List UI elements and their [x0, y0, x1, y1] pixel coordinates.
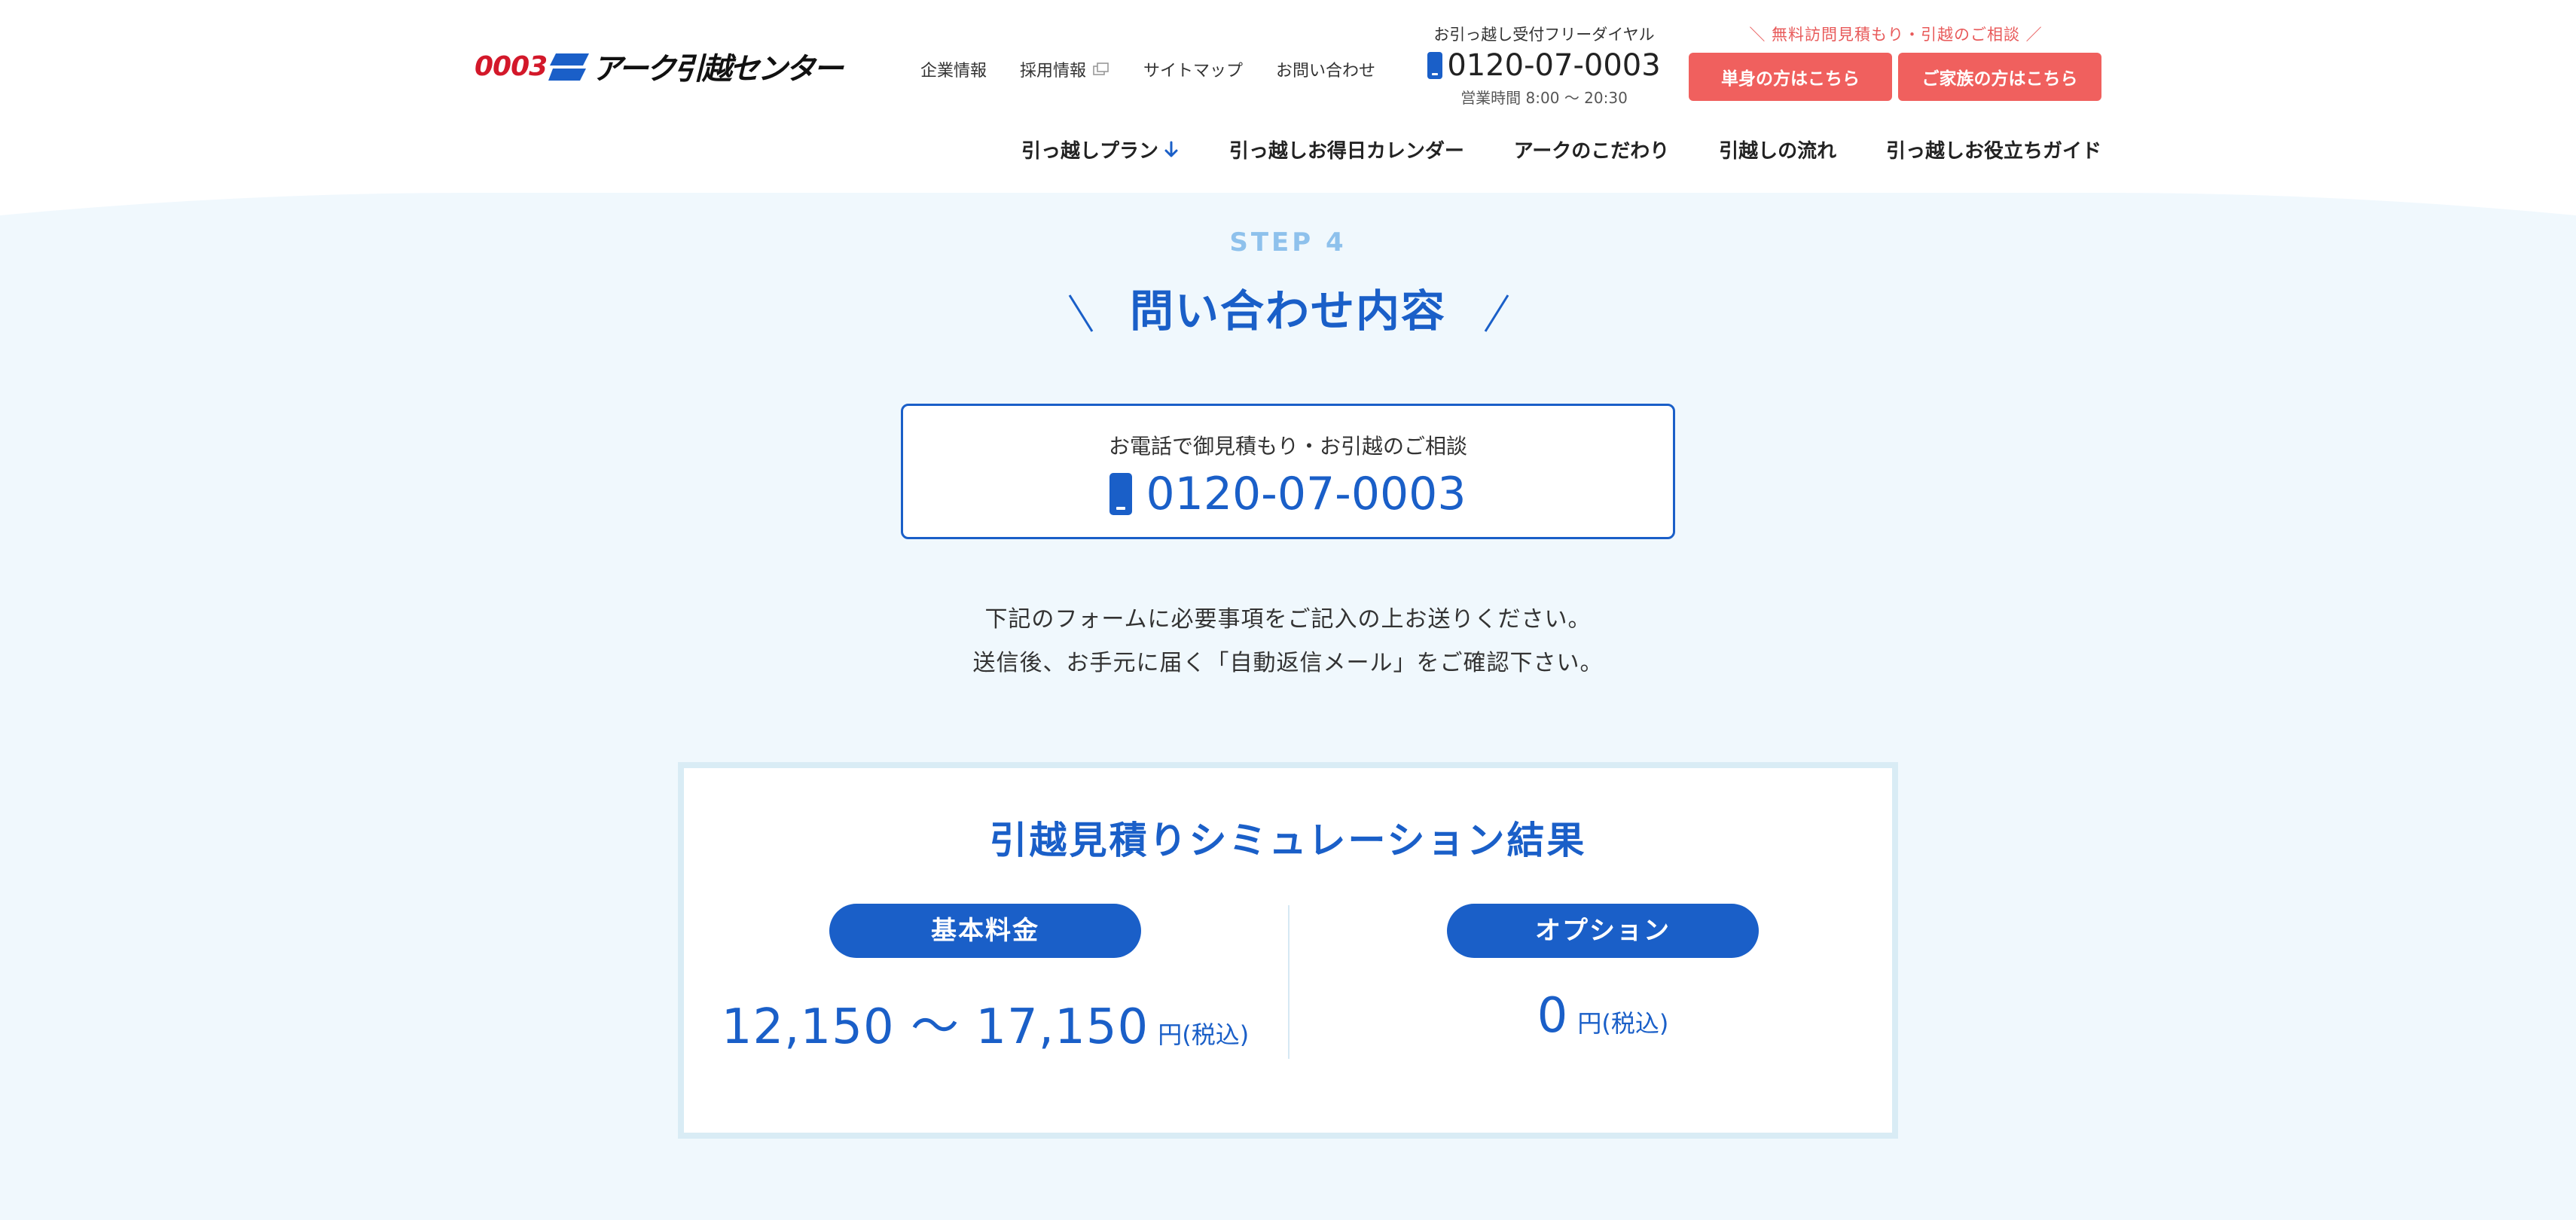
- phone-contact-box: お電話で御見積もり・お引越のご相談 0120-07-0003: [901, 404, 1675, 539]
- option-fee-price: 0 円(税込): [1302, 988, 1904, 1044]
- header-tel-block: お引っ越し受付フリーダイヤル 0120-07-0003 営業時間 8:00 〜 …: [1416, 23, 1672, 108]
- basic-fee-price: 12,150 ～ 17,150 円(税込): [684, 988, 1286, 1057]
- external-link-icon: [1093, 63, 1109, 75]
- column-divider: [1288, 905, 1290, 1059]
- logo-number: 0003: [475, 50, 548, 82]
- main-nav-label: アークのこだわり: [1513, 140, 1670, 163]
- util-nav-recruit[interactable]: 採用情報: [1020, 57, 1110, 81]
- util-nav-label: お問い合わせ: [1276, 62, 1376, 81]
- header-cta: ＼ 無料訪問見積もり・引越のご相談 ／ 単身の方はこちら ご家族の方はこちら: [1689, 23, 2103, 101]
- mobile-phone-icon: [1427, 52, 1443, 79]
- util-nav-sitemap[interactable]: サイトマップ: [1143, 57, 1243, 81]
- single-estimate-button[interactable]: 単身の方はこちら: [1689, 53, 1892, 101]
- util-nav-contact[interactable]: お問い合わせ: [1276, 57, 1375, 81]
- main-nav-flow[interactable]: 引越しの流れ: [1719, 136, 1836, 163]
- util-nav-label: 採用情報: [1020, 62, 1087, 81]
- header-wave-divider: [0, 185, 2576, 215]
- main-nav-commitment[interactable]: アークのこだわり: [1514, 136, 1669, 163]
- main-nav-label: 引っ越しお得日カレンダー: [1228, 140, 1464, 163]
- simulation-result-card: 引越見積りシミュレーション結果 基本料金 12,150 ～ 17,150 円(税込…: [678, 762, 1898, 1139]
- main-nav-label: 引っ越しお役立ちガイド: [1885, 140, 2101, 163]
- tel-link[interactable]: 0120-07-0003: [1416, 48, 1672, 83]
- instructions-line-2: 送信後、お手元に届く「自動返信メール」をご確認下さい。: [972, 650, 1604, 676]
- form-instructions: 下記のフォームに必要事項をご記入の上お送りください。 送信後、お手元に届く「自動…: [0, 598, 2576, 685]
- result-title: 引越見積りシミュレーション結果: [989, 819, 1587, 862]
- phone-contact-label: お電話で御見積もり・お引越のご相談: [1108, 434, 1467, 459]
- business-hours: 営業時間 8:00 〜 20:30: [1460, 89, 1628, 107]
- main-nav-guide[interactable]: 引っ越しお役立ちガイド: [1886, 136, 2101, 163]
- main-nav-plans[interactable]: 引っ越しプラン: [1021, 136, 1180, 163]
- basic-fee-unit: 円(税込): [1158, 1020, 1250, 1049]
- step-label: STEP 4: [1229, 227, 1347, 258]
- util-nav-label: サイトマップ: [1143, 62, 1244, 81]
- util-nav-company[interactable]: 企業情報: [920, 57, 987, 81]
- main-nav-label: 引っ越しプラン: [1021, 140, 1159, 163]
- slash-right-decoration: [1484, 294, 1509, 332]
- basic-fee-value: 12,150 ～ 17,150: [721, 999, 1149, 1055]
- option-fee-unit: 円(税込): [1577, 1009, 1669, 1038]
- site-header: 0003 アーク引越センター 企業情報 採用情報 サイトマップ お問い合わせ お…: [0, 0, 2576, 193]
- utility-nav: 企業情報 採用情報 サイトマップ お問い合わせ: [920, 57, 1375, 81]
- util-nav-label: 企業情報: [920, 62, 987, 81]
- phone-contact-number: 0120-07-0003: [1146, 468, 1467, 520]
- section-title-row: 問い合わせ内容: [0, 276, 2576, 339]
- main-nav: 引っ越しプラン 引っ越しお得日カレンダー アークのこだわり 引越しの流れ 引っ越…: [1021, 136, 2101, 163]
- basic-fee-column: 基本料金 12,150 ～ 17,150 円(税込): [684, 904, 1286, 1057]
- tel-label: お引っ越し受付フリーダイヤル: [1433, 26, 1655, 44]
- instructions-line-1: 下記のフォームに必要事項をご記入の上お送りください。: [984, 606, 1592, 633]
- page-title: 問い合わせ内容: [1129, 285, 1446, 337]
- cta-note: ＼ 無料訪問見積もり・引越のご相談 ／: [1749, 26, 2043, 44]
- slash-left-decoration: [1068, 294, 1094, 332]
- logo-swoosh-icon: [548, 53, 590, 81]
- basic-fee-label: 基本料金: [829, 904, 1141, 958]
- phone-contact-link[interactable]: 0120-07-0003: [903, 468, 1673, 520]
- mobile-phone-icon: [1109, 473, 1133, 515]
- site-logo[interactable]: 0003 アーク引越センター: [475, 47, 844, 87]
- option-fee-value: 0: [1537, 988, 1569, 1044]
- main-nav-calendar[interactable]: 引っ越しお得日カレンダー: [1229, 136, 1464, 163]
- arrow-down-icon: [1164, 141, 1178, 157]
- main-nav-label: 引越しの流れ: [1719, 140, 1837, 163]
- option-fee-column: オプション 0 円(税込): [1302, 904, 1904, 1044]
- option-fee-label: オプション: [1447, 904, 1759, 958]
- logo-text: アーク引越センター: [592, 52, 844, 87]
- tel-number: 0120-07-0003: [1447, 48, 1661, 83]
- family-estimate-button[interactable]: ご家族の方はこちら: [1898, 53, 2101, 101]
